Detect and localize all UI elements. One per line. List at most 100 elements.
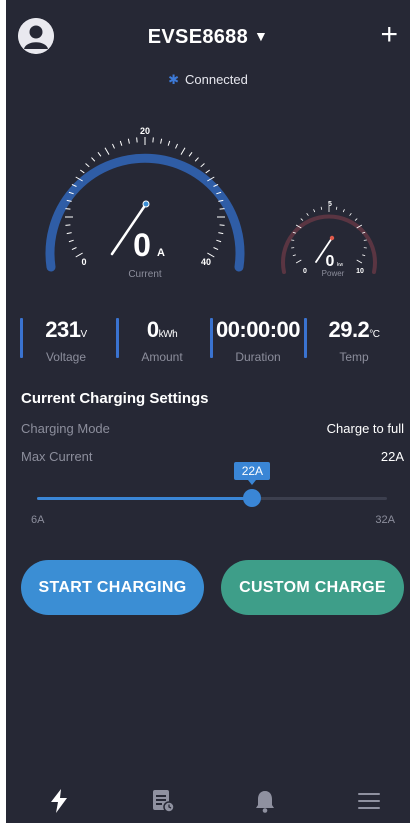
gauge-tick (306, 213, 309, 216)
current-gauge-needle-tip (142, 200, 150, 208)
add-device-button[interactable]: + (380, 20, 398, 50)
gauge-tick (216, 239, 222, 243)
menu-icon (358, 793, 380, 809)
chevron-down-icon: ▼ (254, 28, 269, 44)
settings-title: Current Charging Settings (21, 390, 209, 407)
nav-records[interactable] (148, 786, 178, 816)
gauge-tick (219, 224, 225, 226)
connection-status: ✱ Connected (6, 72, 410, 88)
max-current-slider-fill (37, 497, 253, 500)
gauge-tick (71, 247, 77, 250)
gauge-tick (218, 232, 224, 235)
current-unit: A (157, 247, 165, 259)
gauge-tick (356, 259, 363, 264)
stat-divider (116, 318, 119, 358)
gauge-tick (65, 208, 71, 210)
gauge-tick (175, 143, 178, 149)
records-icon (153, 790, 175, 813)
current-tick-max: 40 (201, 257, 211, 267)
power-tick-min: 0 (303, 268, 307, 275)
stat-temp-unit: °C (369, 329, 380, 340)
current-gauge: 0 20 40 0 A Current (45, 126, 245, 280)
nav-notifications[interactable] (250, 786, 280, 816)
gauge-tick (167, 140, 171, 146)
current-tick-mid: 20 (140, 126, 150, 136)
current-label: Current (128, 269, 162, 280)
power-label: Power (322, 269, 345, 278)
stat-temp-label: Temp (339, 350, 369, 364)
current-value: 0 (133, 227, 151, 263)
stat-voltage-value: 231 (45, 317, 81, 342)
gauge-tick (85, 163, 90, 168)
gauge-tick (152, 137, 154, 143)
stat-voltage: 231V Voltage (20, 316, 112, 364)
connection-status-text: Connected (185, 72, 248, 87)
gauge-tick (104, 147, 110, 155)
gauge-tick (97, 151, 102, 157)
device-name: EVSE8688 (147, 26, 249, 48)
gauge-tick (79, 169, 85, 174)
charging-mode-label: Charging Mode (21, 421, 110, 436)
power-gauge: 0 5 10 0 kw Power (281, 201, 377, 278)
gauge-tick (194, 157, 199, 162)
start-charging-button[interactable]: START CHARGING (21, 560, 204, 615)
gauge-tick (160, 138, 163, 144)
max-current-slider-tooltip: 22A (234, 462, 271, 485)
device-selector[interactable]: EVSE8688 ▼ (6, 26, 410, 49)
lightning-icon (51, 789, 67, 813)
bell-icon (256, 791, 274, 813)
gauge-tick (200, 163, 205, 168)
gauge-tick (213, 247, 219, 250)
stat-divider (304, 318, 307, 358)
gauge-tick (219, 208, 225, 210)
power-unit: kw (337, 262, 344, 268)
gauge-tick (136, 137, 138, 143)
stat-duration: 00:00:00 Duration (210, 316, 306, 364)
gauge-tick (349, 213, 352, 216)
gauge-tick (362, 254, 366, 257)
stat-duration-value: 00:00:00 (215, 317, 301, 342)
gauge-tick (335, 206, 338, 210)
gauge-tick (354, 218, 358, 221)
gauge-tick (127, 138, 130, 144)
gauge-tick (180, 147, 186, 155)
stat-temp-value: 29.2 (328, 317, 370, 342)
charging-mode-value[interactable]: Charge to full (327, 421, 404, 436)
power-gauge-needle-tip (329, 235, 335, 241)
power-tick-max: 10 (356, 268, 364, 275)
gauge-tick (320, 206, 323, 210)
gauge-tick (68, 239, 74, 243)
stat-amount-unit: kWh (158, 329, 178, 340)
stat-amount: 0kWh Amount (116, 316, 208, 364)
gauge-tick (65, 224, 71, 226)
gauge-tick (205, 169, 211, 174)
nav-charging[interactable] (44, 786, 74, 816)
stat-voltage-unit: V (80, 329, 88, 340)
stat-duration-label: Duration (235, 350, 281, 364)
stat-temp: 29.2°C Temp (304, 316, 404, 364)
gauge-tick (188, 151, 193, 157)
stat-divider (210, 318, 213, 358)
gauge-tick (342, 209, 345, 213)
power-value: 0 (326, 253, 335, 270)
max-current-label: Max Current (21, 449, 93, 464)
stat-divider (20, 318, 23, 358)
nav-menu[interactable] (354, 786, 384, 816)
gauge-tick (295, 259, 302, 264)
gauge-tick (112, 143, 115, 149)
slider-max-label: 32A (375, 514, 395, 526)
custom-charge-button[interactable]: CUSTOM CHARGE (221, 560, 404, 615)
stat-amount-value: 0 (146, 317, 159, 342)
gauge-tick (66, 232, 72, 235)
power-tick-mid: 5 (328, 201, 332, 208)
gauge-tick (300, 218, 304, 221)
gauge-tick (292, 254, 296, 257)
max-current-value: 22A (380, 449, 404, 464)
max-current-slider-thumb[interactable] (243, 489, 262, 507)
gauge-tick (91, 157, 96, 162)
current-tick-min: 0 (81, 257, 86, 267)
stat-voltage-label: Voltage (45, 350, 87, 364)
slider-min-label: 6A (31, 514, 45, 526)
bluetooth-icon: ✱ (168, 72, 179, 87)
app-screen: EVSE8688 ▼ + ✱ Connected 0 20 40 0 A Curre… (6, 0, 410, 823)
